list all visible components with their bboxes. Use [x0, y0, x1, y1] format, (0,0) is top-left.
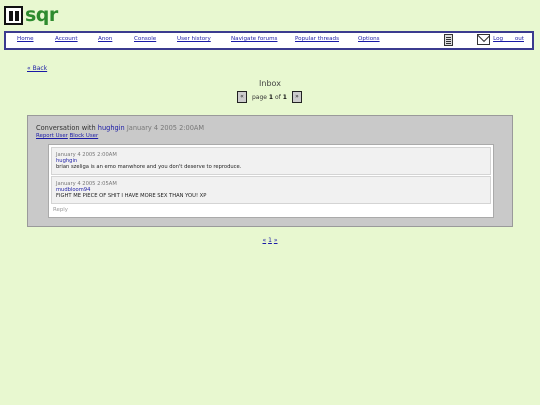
current-page: 1 [268, 93, 274, 101]
page-word: page [252, 93, 267, 101]
nav-logout[interactable]: Log out [4, 35, 524, 43]
page-indicator: page 1 of 1 [252, 94, 287, 101]
conversation-header: Conversation with hughgin January 4 2005… [36, 124, 204, 132]
prev-page-button[interactable]: « [237, 91, 247, 103]
bottom-prev-link[interactable]: « [262, 237, 266, 244]
next-page-button[interactable]: » [291, 91, 302, 103]
message-text: brian szeliga is an emo manwhore and you… [56, 164, 242, 170]
bottom-page-link[interactable]: 1 [268, 237, 272, 244]
of-word: of [275, 93, 281, 101]
message-text: FIGHT ME PIECE OF SHIT I HAVE MORE SEX T… [56, 193, 207, 199]
top-nav: Home Account Anon Console User history N… [4, 31, 534, 50]
message-item: January 4 2005 2:00AM hughgin brian szel… [51, 147, 491, 175]
conversation-panel: Conversation with hughgin January 4 2005… [27, 115, 513, 227]
message-list: January 4 2005 2:00AM hughgin brian szel… [48, 144, 494, 218]
page-title: Inbox [259, 79, 281, 88]
reply-input[interactable]: Reply [53, 207, 68, 213]
message-item: January 4 2005 2:05AM mudbloom94 FIGHT M… [51, 176, 491, 204]
bottom-pager: « 1 » [0, 237, 540, 244]
total-pages: 1 [282, 93, 287, 101]
conversation-prefix: Conversation with [36, 124, 96, 132]
bottom-next-link[interactable]: » [274, 237, 278, 244]
conversation-date: January 4 2005 2:00AM [126, 124, 205, 132]
conversation-actions: Report User Block User [36, 133, 98, 139]
site-logo[interactable]: sqr [4, 4, 58, 26]
logo-text: sqr [25, 4, 58, 26]
back-link[interactable]: « Back [27, 65, 47, 72]
report-user-link[interactable]: Report User [36, 133, 68, 139]
block-user-link[interactable]: Block User [70, 133, 99, 139]
conversation-user-link[interactable]: hughgin [98, 124, 125, 132]
top-pager: « page 1 of 1 » [237, 90, 302, 104]
logo-mark-icon [4, 5, 23, 25]
